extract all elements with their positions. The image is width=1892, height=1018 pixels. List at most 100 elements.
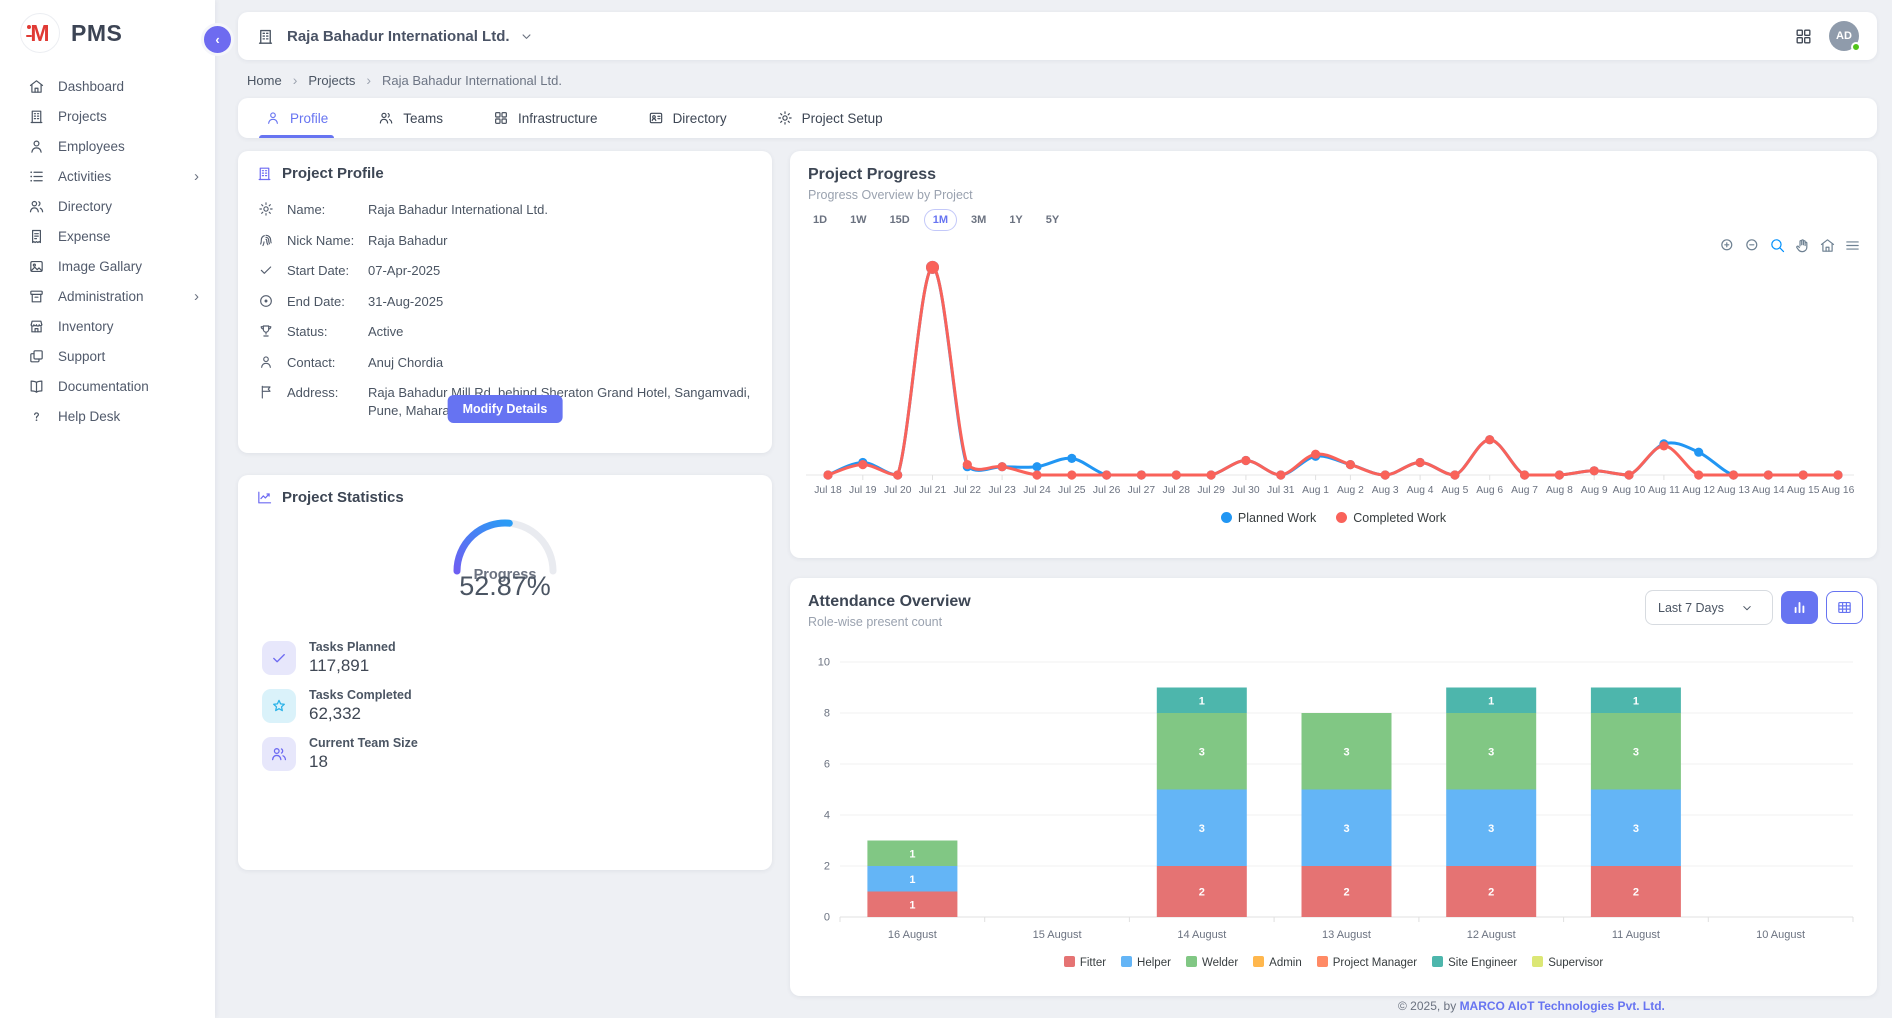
tab-project-setup[interactable]: Project Setup [777, 98, 883, 138]
legend-completed-work[interactable]: Completed Work [1336, 511, 1446, 525]
legend-supervisor[interactable]: Supervisor [1532, 956, 1603, 969]
range-15d[interactable]: 15D [881, 209, 919, 231]
svg-text:15 August: 15 August [1033, 929, 1082, 941]
tab-label: Teams [403, 111, 443, 126]
legend-helper[interactable]: Helper [1121, 956, 1171, 969]
sidebar-item-label: Expense [58, 229, 111, 244]
legend-fitter[interactable]: Fitter [1064, 956, 1106, 969]
sidebar-item-image-gallery[interactable]: Image Gallary [0, 251, 215, 281]
legend-dot [1221, 512, 1232, 523]
legend-planned-work[interactable]: Planned Work [1221, 511, 1316, 525]
sidebar-item-directory[interactable]: Directory [0, 191, 215, 221]
legend-label: Welder [1202, 957, 1238, 969]
field-end-date: End Date:31-Aug-2025 [258, 293, 752, 311]
bar-view-button[interactable] [1781, 591, 1818, 624]
sidebar-item-employees[interactable]: Employees [0, 131, 215, 161]
tab-teams[interactable]: Teams [378, 98, 443, 138]
stat-value: 117,891 [309, 656, 396, 676]
svg-text:13 August: 13 August [1322, 929, 1371, 941]
svg-text:Aug 4: Aug 4 [1407, 485, 1434, 496]
svg-text:1: 1 [909, 874, 915, 886]
range-3m[interactable]: 3M [962, 209, 995, 231]
tab-profile[interactable]: Profile [265, 98, 328, 138]
sidebar-item-projects[interactable]: Projects [0, 101, 215, 131]
stat-label: Tasks Planned [309, 640, 396, 654]
chevron-right-icon: › [194, 289, 199, 304]
project-profile-card: Project Profile Name:Raja Bahadur Intern… [238, 151, 772, 453]
field-label: Status: [287, 323, 368, 341]
footer-company-link[interactable]: MARCO AIoT Technologies Pvt. Ltd. [1460, 999, 1665, 1013]
tab-infrastructure[interactable]: Infrastructure [493, 98, 598, 138]
svg-text:1: 1 [1199, 695, 1205, 707]
legend-welder[interactable]: Welder [1186, 956, 1238, 969]
chevron-down-icon[interactable] [519, 29, 534, 44]
legend-admin[interactable]: Admin [1253, 956, 1302, 969]
tab-label: Profile [290, 111, 328, 126]
svg-text:Aug 11: Aug 11 [1648, 485, 1680, 496]
range-5y[interactable]: 5Y [1037, 209, 1068, 231]
legend-site-engineer[interactable]: Site Engineer [1432, 956, 1517, 969]
stat-value: 18 [309, 752, 418, 772]
breadcrumb-projects[interactable]: Projects [308, 73, 355, 88]
sidebar-item-support[interactable]: Support [0, 341, 215, 371]
table-icon [1836, 599, 1853, 616]
date-range-select[interactable]: Last 7 Days [1645, 590, 1773, 625]
attendance-bar-chart[interactable]: 024681011116 August15 August233114 Augus… [806, 640, 1861, 946]
user-avatar[interactable]: AD [1829, 21, 1859, 51]
progress-line-chart[interactable]: Jul 18Jul 19Jul 20Jul 21Jul 22Jul 23Jul … [806, 247, 1854, 507]
apps-grid-icon[interactable] [1794, 27, 1813, 46]
svg-text:0: 0 [824, 912, 830, 924]
breadcrumb-home[interactable]: Home [247, 73, 282, 88]
svg-text:Jul 24: Jul 24 [1023, 485, 1051, 496]
svg-text:1: 1 [909, 899, 915, 911]
svg-text:Aug 15: Aug 15 [1787, 485, 1820, 496]
range-1w[interactable]: 1W [841, 209, 876, 231]
sidebar-item-expense[interactable]: Expense [0, 221, 215, 251]
svg-text:Jul 30: Jul 30 [1232, 485, 1260, 496]
sidebar-item-dashboard[interactable]: Dashboard [0, 71, 215, 101]
svg-text:1: 1 [1633, 695, 1639, 707]
bar-chart-legend: Fitter Helper Welder Admin Project Manag… [790, 956, 1877, 969]
field-value: Raja Bahadur [368, 232, 752, 250]
company-selector[interactable]: Raja Bahadur International Ltd. [287, 28, 510, 45]
svg-text:Jul 26: Jul 26 [1093, 485, 1121, 496]
sidebar-item-help-desk[interactable]: Help Desk [0, 401, 215, 431]
sidebar-item-activities[interactable]: Activities› [0, 161, 215, 191]
table-view-button[interactable] [1826, 591, 1863, 624]
list-icon [28, 168, 45, 185]
range-1y[interactable]: 1Y [1000, 209, 1031, 231]
sidebar-item-documentation[interactable]: Documentation [0, 371, 215, 401]
range-1m[interactable]: 1M [924, 209, 957, 231]
svg-text:Aug 14: Aug 14 [1752, 485, 1785, 496]
modify-details-button[interactable]: Modify Details [448, 395, 563, 423]
sidebar-item-inventory[interactable]: Inventory [0, 311, 215, 341]
sidebar-collapse-button[interactable]: ‹ [201, 23, 234, 56]
legend-label: Site Engineer [1448, 957, 1517, 969]
legend-project-manager[interactable]: Project Manager [1317, 956, 1417, 969]
building-icon [256, 165, 273, 182]
tab-directory[interactable]: Directory [648, 98, 727, 138]
svg-text:Aug 12: Aug 12 [1682, 485, 1715, 496]
tab-label: Directory [673, 111, 727, 126]
field-value: Anuj Chordia [368, 354, 752, 372]
legend-swatch [1253, 956, 1264, 967]
sidebar-item-label: Administration [58, 289, 144, 304]
svg-text:11 August: 11 August [1612, 929, 1660, 941]
sidebar-item-administration[interactable]: Administration › [0, 281, 215, 311]
top-bar: Raja Bahadur International Ltd. AD [238, 12, 1877, 60]
svg-text:10: 10 [818, 657, 830, 669]
person-icon [258, 354, 274, 370]
sidebar-item-label: Dashboard [58, 79, 124, 94]
field-label: Address: [287, 384, 368, 402]
sidebar-item-label: Activities [58, 169, 111, 184]
stat-team-size: Current Team Size18 [262, 736, 418, 772]
person-icon [265, 110, 281, 126]
svg-text:8: 8 [824, 708, 830, 720]
svg-text:6: 6 [824, 759, 830, 771]
sidebar-item-label: Directory [58, 199, 112, 214]
svg-text:Jul 31: Jul 31 [1267, 485, 1295, 496]
help-icon [28, 408, 45, 425]
legend-label: Helper [1137, 957, 1171, 969]
range-1d[interactable]: 1D [804, 209, 836, 231]
building-icon [28, 108, 45, 125]
